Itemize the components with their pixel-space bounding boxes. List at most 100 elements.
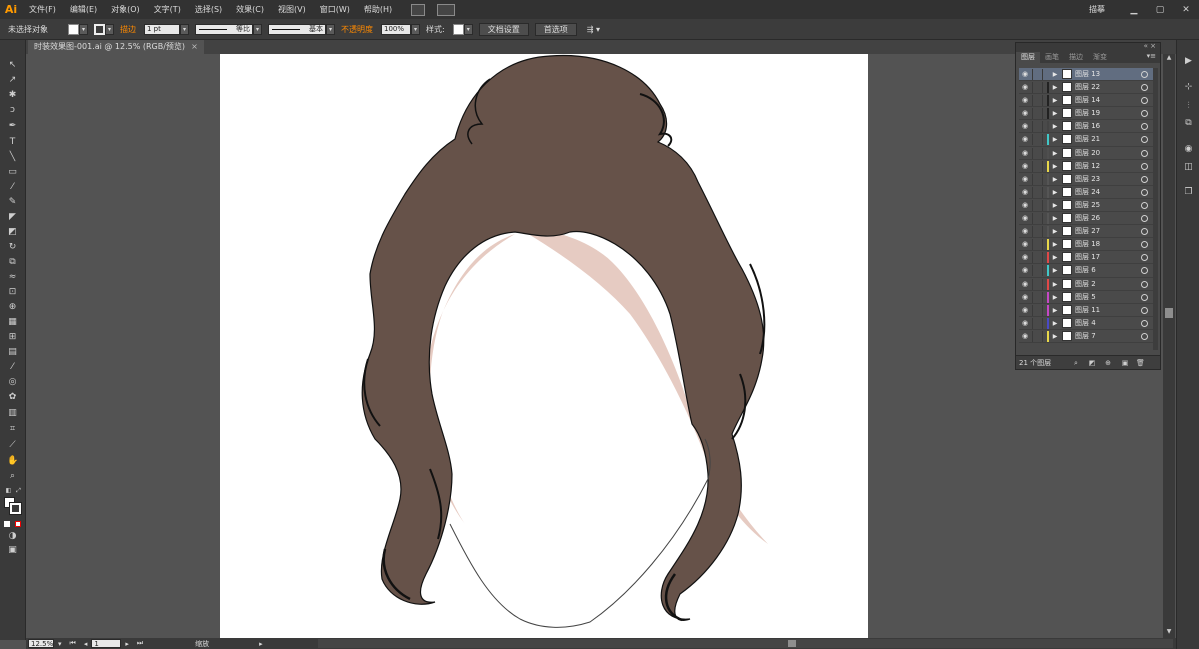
lock-toggle[interactable] [1032, 304, 1043, 316]
layer-name[interactable]: 图层 11 [1075, 304, 1100, 317]
color-mode-icon[interactable] [4, 521, 10, 527]
panel-menu-icon[interactable]: ▾≡ [1147, 52, 1156, 60]
lock-toggle[interactable] [1032, 265, 1043, 277]
visibility-eye-icon[interactable]: ◉ [1020, 135, 1030, 144]
new-layer-icon[interactable]: ▣ [1121, 359, 1129, 367]
lock-toggle[interactable] [1032, 226, 1043, 238]
layer-name[interactable]: 图层 17 [1075, 251, 1100, 264]
stroke-link[interactable]: 描边 [120, 24, 136, 35]
lock-toggle[interactable] [1032, 134, 1043, 146]
eyedropper-tool-icon[interactable]: ⁄ [7, 362, 18, 372]
layer-row[interactable]: ◉ ▶ 图层 20 [1019, 146, 1157, 160]
layer-row[interactable]: ◉ ▶ 图层 16 [1019, 120, 1157, 134]
lock-toggle[interactable] [1032, 108, 1043, 120]
free-transform-tool-icon[interactable]: ⊡ [7, 287, 18, 297]
screen-mode-icon[interactable]: ▣ [7, 545, 18, 555]
menu-item[interactable]: 效果(C) [229, 0, 271, 19]
draw-mode-icon[interactable]: ◑ [7, 531, 18, 541]
visibility-eye-icon[interactable]: ◉ [1020, 96, 1030, 105]
layer-row[interactable]: ◉ ▶ 图层 11 [1019, 303, 1157, 317]
style-dropdown-icon[interactable]: ▾ [463, 23, 473, 35]
transform-panel-icon[interactable]: ⊹ [1183, 82, 1194, 93]
layer-name[interactable]: 图层 4 [1075, 317, 1096, 330]
layer-name[interactable]: 图层 27 [1075, 225, 1100, 238]
layer-row[interactable]: ◉ ▶ 图层 6 [1019, 264, 1157, 278]
visibility-eye-icon[interactable]: ◉ [1020, 280, 1030, 289]
selection-tool-icon[interactable]: ↖ [7, 60, 18, 70]
tab-brushes[interactable]: 画笔 [1040, 52, 1064, 63]
vertical-scroll-thumb[interactable] [1165, 308, 1173, 318]
paintbrush-tool-icon[interactable]: ⁄ [7, 182, 18, 192]
menu-item[interactable]: 文件(F) [22, 0, 63, 19]
lock-toggle[interactable] [1032, 186, 1043, 198]
visibility-eye-icon[interactable]: ◉ [1020, 83, 1030, 92]
layer-name[interactable]: 图层 13 [1075, 68, 1100, 81]
close-icon[interactable]: ✕ [1173, 0, 1199, 19]
visibility-eye-icon[interactable]: ◉ [1020, 306, 1030, 315]
layer-name[interactable]: 图层 26 [1075, 212, 1100, 225]
layer-name[interactable]: 图层 23 [1075, 173, 1100, 186]
layer-row[interactable]: ◉ ▶ 图层 24 [1019, 185, 1157, 199]
rectangle-tool-icon[interactable]: ▭ [7, 167, 18, 177]
opacity-dropdown-icon[interactable]: ▾ [411, 23, 420, 35]
horizontal-scrollbar[interactable] [318, 639, 1173, 648]
lock-toggle[interactable] [1032, 82, 1043, 94]
shape-builder-tool-icon[interactable]: ⊕ [7, 302, 18, 312]
delete-layer-icon[interactable]: 🗑 [1136, 359, 1145, 367]
expand-triangle-icon[interactable]: ▶ [1051, 200, 1059, 211]
layer-row[interactable]: ◉ ▶ 图层 21 [1019, 133, 1157, 147]
visibility-eye-icon[interactable]: ◉ [1020, 149, 1030, 158]
expand-triangle-icon[interactable]: ▶ [1051, 121, 1059, 132]
swap-colors-icon[interactable]: ⤢ [13, 486, 24, 496]
layer-name[interactable]: 图层 19 [1075, 107, 1100, 120]
target-circle-icon[interactable] [1141, 215, 1148, 223]
next-artboard-icon[interactable]: ▸ [125, 640, 129, 648]
visibility-eye-icon[interactable]: ◉ [1020, 332, 1030, 341]
layer-row[interactable]: ◉ ▶ 图层 22 [1019, 81, 1157, 95]
layer-name[interactable]: 图层 18 [1075, 238, 1100, 251]
tab-layers[interactable]: 图层 [1016, 52, 1040, 63]
expand-triangle-icon[interactable]: ▶ [1051, 134, 1059, 145]
menu-item[interactable]: 选择(S) [188, 0, 229, 19]
brush-dropdown-icon[interactable]: ▾ [326, 23, 335, 35]
layer-row[interactable]: ◉ ▶ 图层 25 [1019, 198, 1157, 213]
lock-toggle[interactable] [1032, 239, 1043, 251]
layer-name[interactable]: 图层 5 [1075, 291, 1096, 304]
expand-triangle-icon[interactable]: ▶ [1051, 174, 1059, 185]
menu-item[interactable]: 视图(V) [271, 0, 313, 19]
direct-selection-tool-icon[interactable]: ↗ [7, 75, 18, 85]
target-circle-icon[interactable] [1141, 293, 1148, 301]
status-menu-icon[interactable]: ▸ [259, 640, 263, 648]
vertical-scrollbar[interactable]: ▲ ▼ [1163, 54, 1175, 638]
layer-row[interactable]: ◉ ▶ 图层 5 [1019, 290, 1157, 304]
stroke-weight-dropdown-icon[interactable]: ▾ [180, 23, 189, 35]
brush-definition[interactable]: 基本 [268, 23, 326, 35]
blend-tool-icon[interactable]: ◎ [7, 377, 18, 387]
stroke-dropdown-icon[interactable]: ▾ [105, 23, 114, 35]
menu-item[interactable]: 文字(T) [147, 0, 188, 19]
color-panel-icon[interactable]: ◉ [1183, 144, 1194, 155]
lock-toggle[interactable] [1032, 160, 1043, 172]
visibility-eye-icon[interactable]: ◉ [1020, 201, 1030, 210]
perspective-grid-tool-icon[interactable]: ▦ [7, 317, 18, 327]
artboard-tool-icon[interactable]: ⌗ [7, 424, 18, 434]
pen-tool-icon[interactable]: ✒ [7, 121, 18, 131]
expand-triangle-icon[interactable]: ▶ [1051, 187, 1059, 198]
scale-tool-icon[interactable]: ⧉ [7, 257, 18, 267]
visibility-eye-icon[interactable]: ◉ [1020, 109, 1030, 118]
target-circle-icon[interactable] [1141, 332, 1148, 340]
visibility-eye-icon[interactable]: ◉ [1020, 188, 1030, 197]
maximize-icon[interactable]: ▢ [1147, 0, 1173, 19]
first-artboard-icon[interactable]: ⏮ [70, 639, 76, 648]
arrange-documents-icon[interactable] [437, 3, 456, 16]
expand-triangle-icon[interactable]: ▶ [1051, 69, 1059, 80]
zoom-field[interactable]: 12.5% [28, 639, 54, 648]
visibility-eye-icon[interactable]: ◉ [1020, 253, 1030, 262]
expand-triangle-icon[interactable]: ▶ [1051, 279, 1059, 290]
mesh-tool-icon[interactable]: ⊞ [7, 332, 18, 342]
lock-toggle[interactable] [1032, 278, 1043, 290]
visibility-eye-icon[interactable]: ◉ [1020, 70, 1030, 79]
target-circle-icon[interactable] [1141, 136, 1148, 144]
target-circle-icon[interactable] [1141, 149, 1148, 157]
lock-toggle[interactable] [1032, 121, 1043, 133]
